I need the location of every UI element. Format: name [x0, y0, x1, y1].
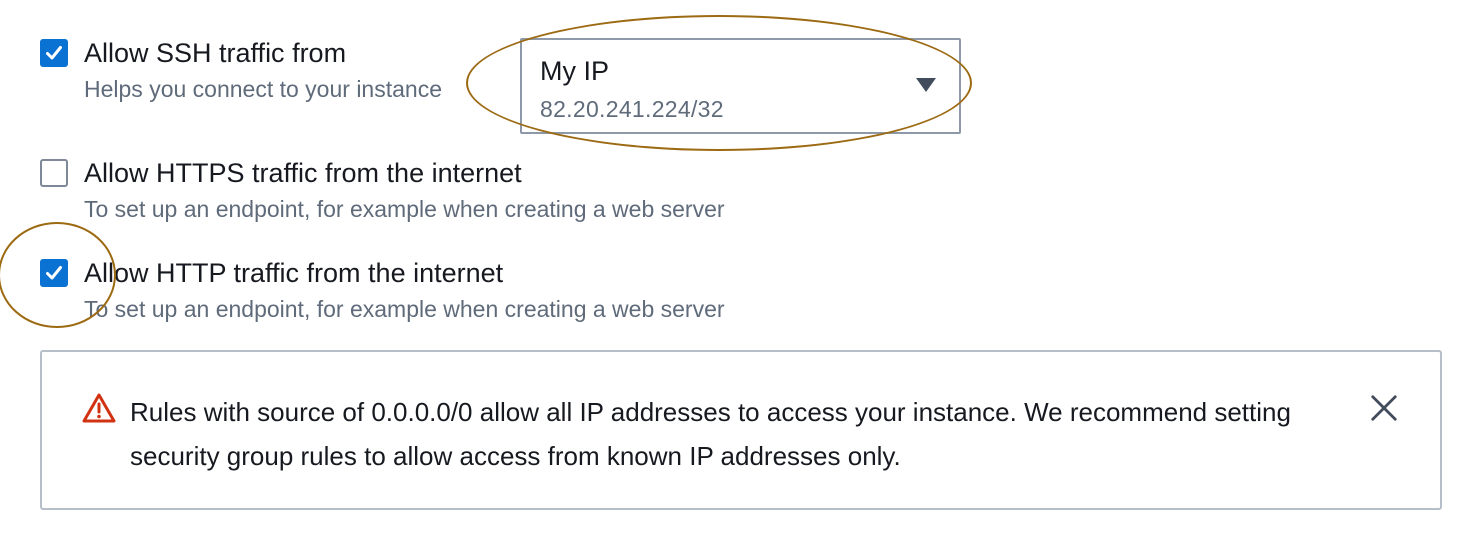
ssh-source-ip: 82.20.241.224/32 — [540, 96, 724, 122]
ssh-description: Helps you connect to your instance — [84, 76, 442, 102]
rule-http: Allow HTTP traffic from the internet To … — [40, 256, 725, 324]
security-rules-panel: Allow SSH traffic from Helps you connect… — [0, 0, 1470, 560]
https-checkbox[interactable] — [40, 159, 68, 187]
close-icon — [1371, 395, 1397, 421]
checkmark-icon — [46, 266, 62, 280]
open-access-warning-alert: Rules with source of 0.0.0.0/0 allow all… — [40, 350, 1442, 510]
ssh-checkbox[interactable] — [40, 39, 68, 67]
caret-down-icon — [916, 78, 936, 92]
ssh-label: Allow SSH traffic from — [84, 38, 347, 68]
https-label: Allow HTTPS traffic from the internet — [84, 158, 522, 188]
rule-https: Allow HTTPS traffic from the internet To… — [40, 156, 725, 224]
checkmark-icon — [46, 46, 62, 60]
ssh-source-value: My IP — [540, 56, 610, 86]
ssh-source-select[interactable]: My IP 82.20.241.224/32 — [520, 38, 961, 134]
https-description: To set up an endpoint, for example when … — [84, 196, 725, 222]
warning-triangle-icon — [82, 393, 116, 423]
dismiss-alert-button[interactable] — [1368, 392, 1400, 424]
warning-message: Rules with source of 0.0.0.0/0 allow all… — [130, 397, 1291, 471]
http-label: Allow HTTP traffic from the internet — [84, 258, 504, 288]
http-checkbox[interactable] — [40, 259, 68, 287]
rule-ssh: Allow SSH traffic from Helps you connect… — [40, 36, 442, 104]
http-description: To set up an endpoint, for example when … — [84, 296, 725, 322]
